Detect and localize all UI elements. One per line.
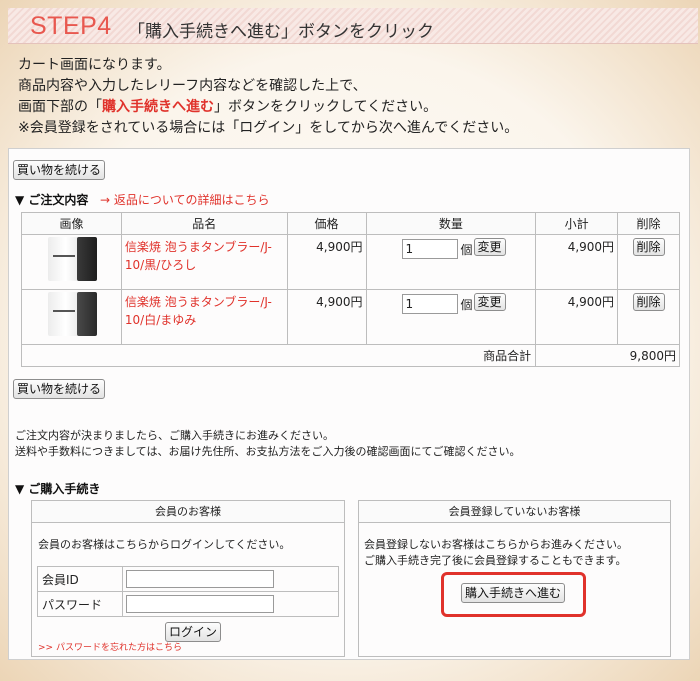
product-image-cell [21, 289, 122, 345]
continue-shopping-button-bottom[interactable]: 買い物を続ける [13, 379, 106, 399]
intro-line-2: 商品内容や入力したレリーフ内容などを確認した上で、 [18, 78, 367, 94]
intro-line-3: 画面下部の「購入手続きへ進む」ボタンをクリックしてください。 [18, 97, 688, 118]
guest-box-text-1: 会員登録しないお客様はこちらからお進みください。 [364, 538, 628, 551]
product-name[interactable]: 信楽焼 泡うまタンブラー/J-10/黒/ひろし [120, 234, 288, 290]
order-heading: ▼ ご注文内容 [15, 193, 89, 207]
quantity-cell: 1 個 変更 [365, 289, 537, 345]
checkout-notice: ご注文内容が決まりましたら、ご購入手続きにお進みください。 送料や手数料につきま… [15, 428, 675, 460]
quantity-unit: 個 [460, 298, 473, 312]
quantity-input[interactable]: 1 [401, 294, 458, 314]
change-quantity-button[interactable]: 変更 [473, 293, 506, 311]
col-subtotal: 小計 [535, 212, 619, 235]
checkout-heading: ▼ ご購入手続き [15, 482, 101, 496]
intro-line-3-pre: 画面下部の「 [18, 99, 102, 115]
col-price: 価格 [286, 212, 367, 235]
step-banner: STEP4 「購入手続きへ進む」ボタンをクリック [8, 8, 698, 44]
intro-line-1: カート画面になります。 [18, 57, 171, 73]
col-qty: 数量 [365, 212, 537, 235]
col-delete: 削除 [617, 212, 680, 235]
intro-text: カート画面になります。 商品内容や入力したレリーフ内容などを確認した上で、 画面… [18, 55, 688, 139]
total-value: 9,800円 [535, 344, 680, 367]
product-subtotal: 4,900円 [535, 234, 619, 290]
delete-button[interactable]: 削除 [632, 238, 665, 256]
login-button[interactable]: ログイン [165, 622, 222, 642]
cart-table: 画像 品名 価格 数量 小計 削除 信楽焼 泡うまタンブラー/J-10/黒/ひろ… [20, 212, 680, 367]
change-quantity-button[interactable]: 変更 [473, 238, 506, 256]
table-row: 信楽焼 泡うまタンブラー/J-10/白/まゆみ 4,900円 1 個 変更 4,… [21, 289, 680, 345]
delete-cell: 削除 [617, 289, 680, 345]
col-name: 品名 [120, 212, 288, 235]
intro-line-4: ※会員登録をされている場合には「ログイン」をしてから次へ進んでください。 [18, 120, 519, 136]
delete-button[interactable]: 削除 [632, 293, 665, 311]
password-input[interactable] [126, 595, 274, 613]
quantity-unit: 個 [460, 243, 473, 257]
member-box-title: 会員のお客様 [32, 501, 344, 523]
member-box-text: 会員のお客様はこちらからログインしてください。 [38, 538, 291, 551]
guest-box-text-2: ご購入手続き完了後に会員登録することもできます。 [364, 554, 627, 567]
intro-highlight: 購入手続きへ進む [102, 99, 214, 115]
password-label: パスワード [37, 591, 123, 617]
quantity-cell: 1 個 変更 [365, 234, 537, 290]
member-box: 会員のお客様 会員のお客様はこちらからログインしてください。 会員ID パスワー… [31, 500, 345, 657]
product-name[interactable]: 信楽焼 泡うまタンブラー/J-10/白/まゆみ [120, 289, 288, 345]
table-row: 信楽焼 泡うまタンブラー/J-10/黒/ひろし 4,900円 1 個 変更 4,… [21, 234, 680, 290]
intro-line-3-post: 」ボタンをクリックしてください。 [214, 99, 438, 115]
total-label: 商品合計 [20, 344, 537, 367]
col-image: 画像 [21, 212, 122, 235]
cart-header-row: 画像 品名 価格 数量 小計 削除 [21, 212, 680, 235]
total-row: 商品合計 9,800円 [20, 344, 680, 367]
guest-box-title: 会員登録していないお客様 [359, 501, 670, 523]
product-thumbnail [45, 290, 98, 338]
proceed-to-checkout-button[interactable]: 購入手続きへ進む [461, 583, 566, 603]
product-price: 4,900円 [286, 289, 367, 345]
returns-link[interactable]: → 返品についての詳細はこちら [100, 191, 270, 208]
step-title: 「購入手続きへ進む」ボタンをクリック [128, 22, 434, 42]
continue-shopping-button-top[interactable]: 買い物を続ける [13, 160, 106, 180]
quantity-input[interactable]: 1 [401, 239, 458, 259]
login-form: 会員ID パスワード [37, 566, 339, 617]
delete-cell: 削除 [617, 234, 680, 290]
forgot-password-link[interactable]: >> パスワードを忘れた方はこちら [38, 640, 182, 653]
product-subtotal: 4,900円 [535, 289, 619, 345]
notice-line-1: ご注文内容が決まりましたら、ご購入手続きにお進みください。 [15, 429, 334, 442]
product-thumbnail [45, 235, 98, 283]
product-image-cell [21, 234, 122, 290]
product-price: 4,900円 [286, 234, 367, 290]
member-id-input[interactable] [126, 570, 274, 588]
member-id-label: 会員ID [37, 566, 123, 592]
notice-line-2: 送料や手数料につきましては、お届け先住所、お支払方法をご入力後の確認画面にてご確… [15, 445, 521, 458]
step-number: STEP4 [30, 12, 112, 40]
